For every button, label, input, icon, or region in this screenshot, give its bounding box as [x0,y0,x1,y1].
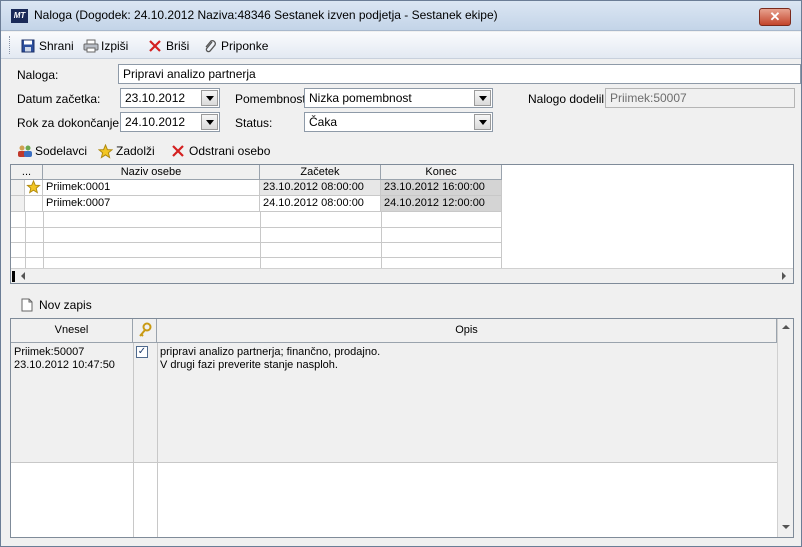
table-row-blank [25,196,43,212]
scroll-up-icon[interactable] [782,325,790,329]
status-dropdown-icon[interactable] [474,114,491,130]
start-date-value: 23.10.2012 [125,91,186,105]
due-date-label: Rok za dokončanje: [17,116,123,130]
table-cell-end[interactable]: 24.10.2012 12:00:00 [381,196,502,212]
task-input[interactable]: Pripravi analizo partnerja [118,64,801,84]
horizontal-scrollbar[interactable] [11,268,793,283]
note-description-line-1: pripravi analizo partnerja; finančno, pr… [160,346,381,358]
grid-line [501,212,502,268]
grid-line [43,212,44,268]
priority-label: Pomembnost: [235,92,310,106]
paperclip-icon [203,39,217,53]
note-timestamp: 23.10.2012 10:47:50 [14,359,115,371]
note-author: Priimek:50007 [14,346,85,358]
app-logo-icon: MT [11,9,28,23]
printer-icon [83,39,99,53]
remove-person-button[interactable]: Odstrani osebo [171,142,270,160]
scroll-left-icon[interactable] [21,272,25,280]
row-selector[interactable] [11,180,25,196]
grid-line [11,257,502,258]
note-description-line-2: V drugi fazi preverite stanje nasploh. [160,359,338,371]
main-toolbar: Shrani Izpiši Briši Priponke [1,32,801,59]
start-date-dropdown-icon[interactable] [201,90,218,106]
collaborators-label: Sodelavci [35,144,88,158]
status-label: Status: [235,116,273,130]
remove-person-label: Odstrani osebo [189,144,271,158]
note-row[interactable] [11,343,777,463]
star-icon [97,143,114,159]
vertical-scrollbar[interactable] [777,319,793,537]
column-header-author[interactable]: Vnesel [11,319,133,343]
table-row-star [25,180,43,196]
close-button[interactable]: ✕ [759,8,791,26]
due-date-value: 24.10.2012 [125,115,186,129]
grid-line [381,212,382,268]
assigned-by-label: Nalogo dodelil: [528,92,608,106]
table-cell-name[interactable]: Priimek:0001 [43,180,260,196]
red-x-icon [148,39,162,53]
priority-value: Nizka pomembnost [309,91,412,105]
status-select[interactable]: Čaka [304,112,493,132]
column-header-description[interactable]: Opis [157,319,777,343]
assigned-by-field: Priimek:50007 [605,88,795,108]
start-date-picker[interactable]: 23.10.2012 [120,88,220,108]
delete-label: Briši [166,39,190,53]
priority-dropdown-icon[interactable] [474,90,491,106]
task-window: MT Naloga (Dogodek: 24.10.2012 Naziva:48… [0,0,802,547]
floppy-disk-icon [21,39,35,53]
notes-grid: Vnesel Opis Priimek:50007 23.10.2012 10:… [10,318,794,538]
new-entry-button[interactable]: Nov zapis [21,296,92,314]
table-cell-start[interactable]: 23.10.2012 08:00:00 [260,180,381,196]
key-icon [138,322,152,342]
people-icon [17,144,32,158]
due-date-picker[interactable]: 24.10.2012 [120,112,220,132]
print-button[interactable]: Izpiši [83,37,128,55]
table-cell-end[interactable]: 23.10.2012 16:00:00 [381,180,502,196]
star-icon [26,180,41,195]
assign-button[interactable]: Zadolži [97,142,155,160]
start-date-label: Datum začetka: [17,92,101,106]
new-entry-label: Nov zapis [39,298,92,312]
save-button[interactable]: Shrani [21,37,74,55]
grid-line [133,343,134,537]
priority-select[interactable]: Nizka pomembnost [304,88,493,108]
row-selector[interactable] [11,196,25,212]
table-cell-name[interactable]: Priimek:0007 [43,196,260,212]
save-label: Shrani [39,39,74,53]
grid-line [11,227,502,228]
assign-label: Zadolži [116,144,155,158]
table-cell-start[interactable]: 24.10.2012 08:00:00 [260,196,381,212]
column-header-key[interactable] [133,319,157,343]
grid-line [11,242,502,243]
task-label: Naloga: [17,68,59,82]
status-value: Čaka [309,115,338,129]
new-document-icon [21,298,35,312]
red-x-icon [171,144,185,158]
scroll-down-icon[interactable] [782,525,790,529]
print-label: Izpiši [101,39,129,53]
window-title: Naloga (Dogodek: 24.10.2012 Naziva:48346… [34,8,498,22]
grid-line [260,212,261,268]
grid-line [25,212,26,268]
toolbar-grip [9,36,11,54]
scroll-right-icon[interactable] [782,272,786,280]
title-bar[interactable]: MT Naloga (Dogodek: 24.10.2012 Naziva:48… [1,1,801,31]
collaborators-button[interactable]: Sodelavci [17,142,87,160]
people-grid: ... Naziv osebe Začetek Konec Priimek:00… [10,164,794,284]
column-header-end[interactable]: Konec [381,165,502,180]
column-header-start[interactable]: Začetek [260,165,381,180]
note-checkbox[interactable]: ✓ [136,346,148,358]
column-header-indicator[interactable]: ... [11,165,43,180]
attachments-label: Priponke [221,39,269,53]
scroll-thumb[interactable] [12,271,15,282]
due-date-dropdown-icon[interactable] [201,114,218,130]
grid-line [157,343,158,537]
column-header-name[interactable]: Naziv osebe [43,165,260,180]
attachments-button[interactable]: Priponke [203,37,268,55]
delete-button[interactable]: Briši [148,37,189,55]
